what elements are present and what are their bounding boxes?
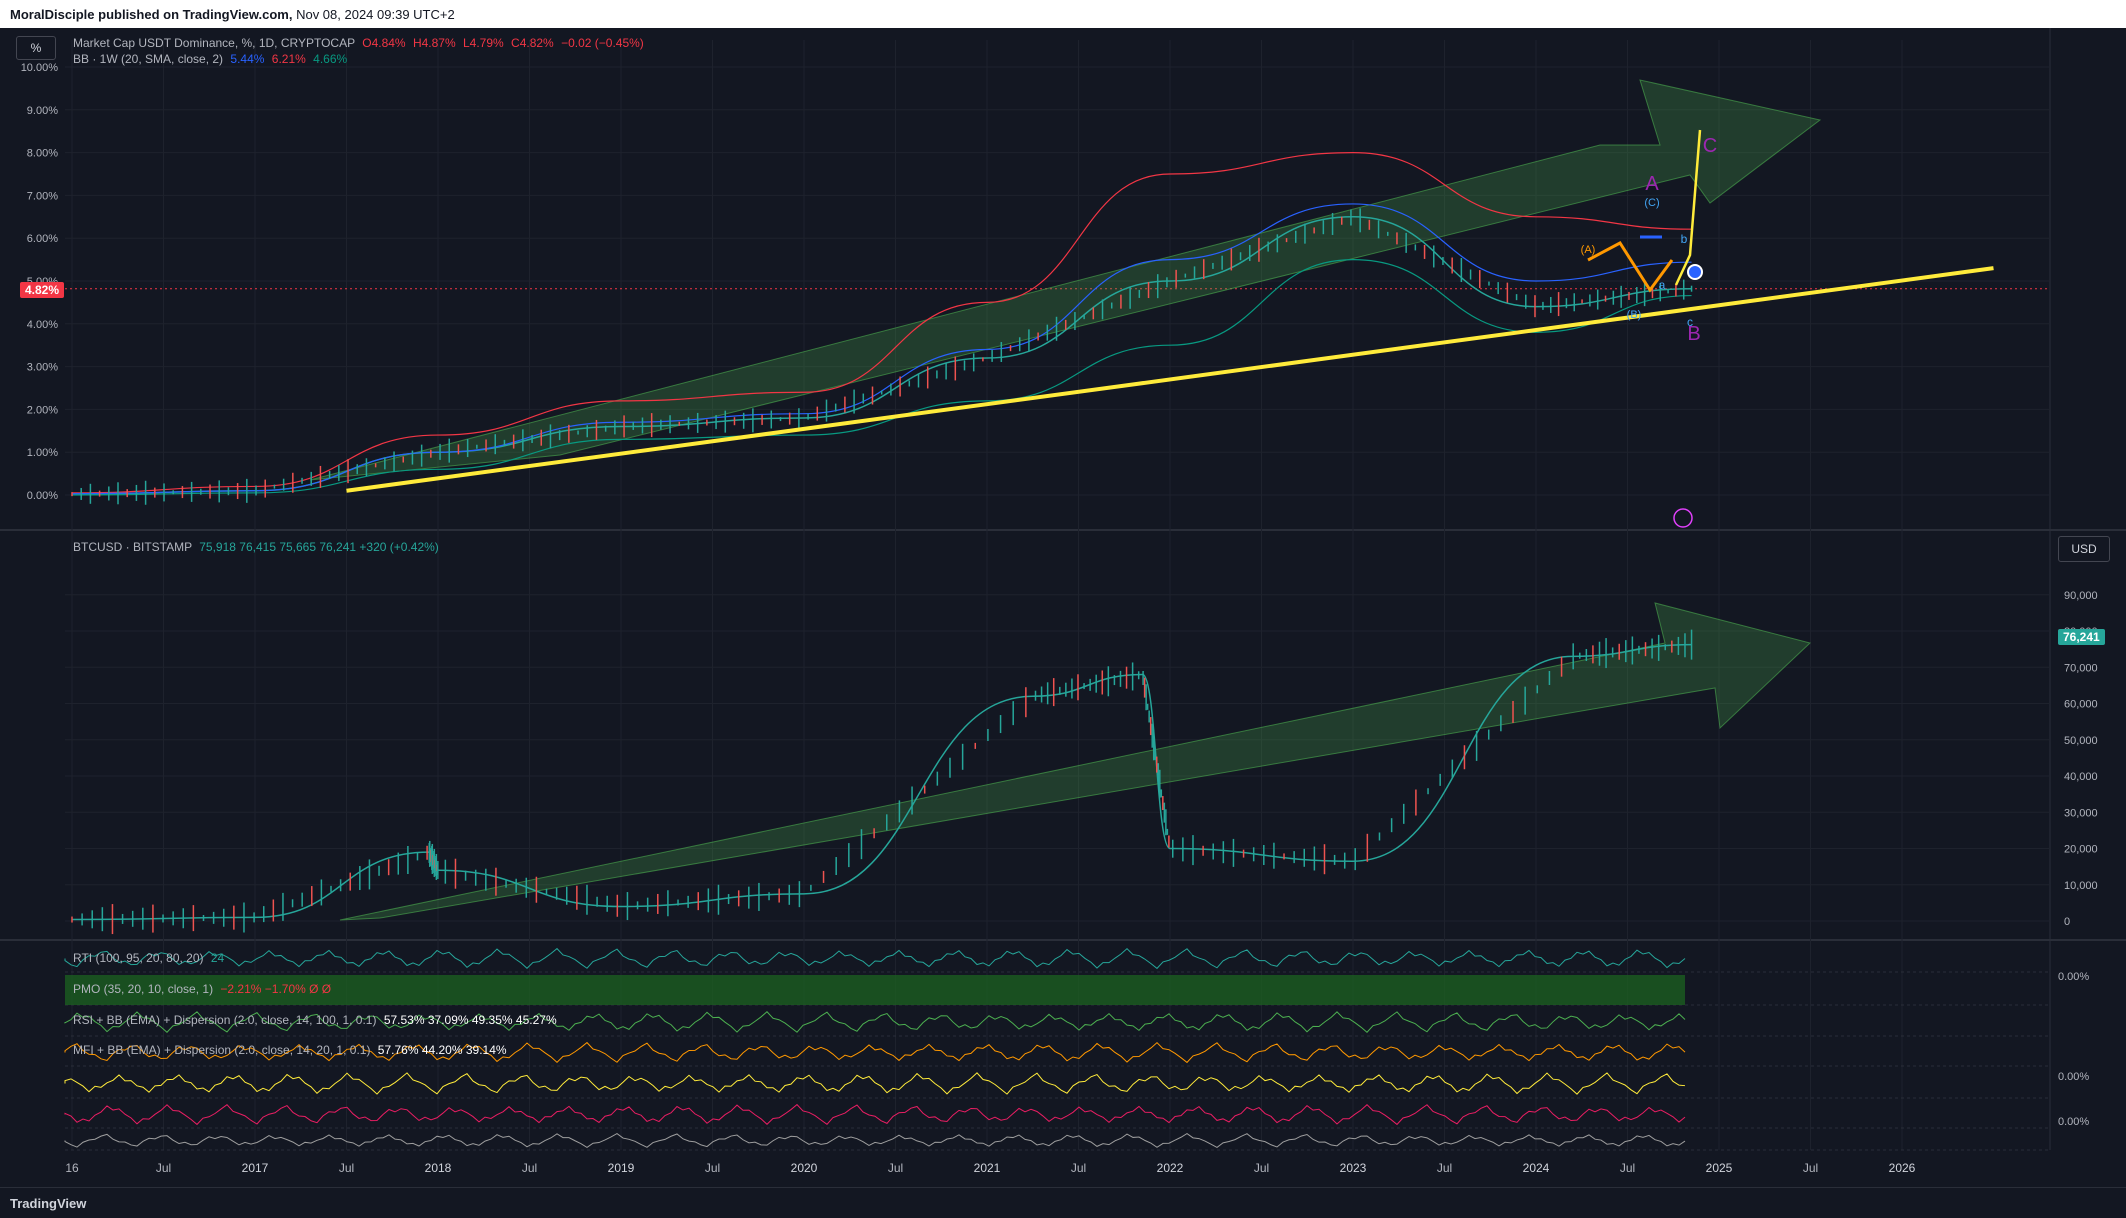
footer-bar: TradingView — [0, 1187, 2126, 1218]
pmo-label: PMO (35, 20, 10, close, 1) — [73, 982, 214, 996]
rti-label: RTI (100, 95, 20, 80, 20) — [73, 951, 204, 965]
y-axis-tick-label: 50,000 — [2064, 735, 2098, 747]
mfi-label: MFI + BB (EMA) + Dispersion (2.0, close,… — [73, 1043, 371, 1057]
y-axis-tick-label: 10,000 — [2064, 880, 2098, 892]
y-axis-tick-label: 40,000 — [2064, 771, 2098, 783]
current-position-marker — [1687, 264, 1703, 280]
percent-scale-button[interactable]: % — [16, 36, 56, 60]
usdt-low: L4.79% — [462, 36, 504, 50]
x-axis-label: Jul — [1071, 1161, 1086, 1175]
pmo-legend: PMO (35, 20, 10, close, 1) −2.21% −1.70%… — [73, 982, 331, 996]
publish-datetime: Nov 08, 2024 09:39 UTC+2 — [296, 7, 455, 22]
tradingview-logo: TradingView — [10, 1196, 87, 1211]
x-axis-label: 2018 — [425, 1161, 452, 1175]
btc-price-tag: 76,241 — [2058, 629, 2105, 645]
wave-label-sub-a: (A) — [1581, 244, 1596, 256]
x-axis-label: Jul — [156, 1161, 171, 1175]
rsi-value: 57.53% 37.09% 49.35% 45.27% — [383, 1013, 557, 1027]
x-axis-label: 2025 — [1706, 1161, 1733, 1175]
publisher-bar: MoralDisciple published on TradingView.c… — [0, 0, 2126, 28]
x-axis-label: 2021 — [974, 1161, 1001, 1175]
mfi-legend: MFI + BB (EMA) + Dispersion (2.0, close,… — [73, 1043, 507, 1057]
rsi-legend: RSI + BB (EMA) + Dispersion (2.0, close,… — [73, 1013, 557, 1027]
y-axis-tick-label: 60,000 — [2064, 699, 2098, 711]
y-axis-tick-label: 90,000 — [2064, 590, 2098, 602]
wave-label-sub-b: (B) — [1627, 309, 1642, 321]
bb-legend: BB · 1W (20, SMA, close, 2) 5.44% 6.21% … — [73, 52, 347, 66]
y-axis-tick-label: 8.00% — [27, 148, 58, 160]
publisher-text: MoralDisciple published on TradingView.c… — [10, 7, 455, 22]
usdt-change: −0.02 (−0.45%) — [561, 36, 644, 50]
y-axis-tick-label: 0 — [2064, 916, 2070, 928]
y-axis-tick-label: 0.00% — [27, 490, 58, 502]
x-axis-label: Jul — [1803, 1161, 1818, 1175]
bb-basis-value: 5.44% — [230, 52, 265, 66]
y-axis-tick-label: 1.00% — [27, 447, 58, 459]
y-axis-tick-label: 70,000 — [2064, 662, 2098, 674]
rsi-label: RSI + BB (EMA) + Dispersion (2.0, close,… — [73, 1013, 377, 1027]
x-axis-label: Jul — [522, 1161, 537, 1175]
x-axis-label: Jul — [705, 1161, 720, 1175]
x-axis-label: Jul — [888, 1161, 903, 1175]
usdt-close: C4.82% — [511, 36, 554, 50]
indicator-axis-label: 0.00% — [2058, 1116, 2089, 1128]
y-axis-tick-label: 6.00% — [27, 233, 58, 245]
x-axis-label: Jul — [339, 1161, 354, 1175]
pmo-value: −2.21% −1.70% Ø Ø — [220, 982, 332, 996]
y-axis-tick-label: 3.00% — [27, 362, 58, 374]
usdt-symbol: Market Cap USDT Dominance, %, 1D, CRYPTO… — [73, 36, 355, 50]
wave-label-a-major: A — [1645, 173, 1659, 195]
wave-label-c-minor: c — [1687, 315, 1693, 329]
y-axis-tick-label: 20,000 — [2064, 844, 2098, 856]
x-axis-label: 2023 — [1340, 1161, 1367, 1175]
x-axis-label: Jul — [1620, 1161, 1635, 1175]
rti-value: 24 — [210, 951, 225, 965]
y-axis-tick-label: 9.00% — [27, 105, 58, 117]
rti-legend: RTI (100, 95, 20, 80, 20) 24 — [73, 951, 224, 965]
x-axis-label: 2019 — [608, 1161, 635, 1175]
y-axis-tick-label: 7.00% — [27, 190, 58, 202]
x-axis-label: 2026 — [1889, 1161, 1916, 1175]
bb-lower-value: 4.66% — [313, 52, 348, 66]
usdt-high: H4.87% — [412, 36, 456, 50]
x-axis-label: 2024 — [1523, 1161, 1550, 1175]
usdt-open: O4.84% — [362, 36, 406, 50]
indicator-axis-label: 0.00% — [2058, 1071, 2089, 1083]
btc-values: 75,918 76,415 75,665 76,241 +320 (+0.42%… — [199, 540, 439, 554]
usdt-legend: Market Cap USDT Dominance, %, 1D, CRYPTO… — [73, 36, 644, 50]
btc-legend: BTCUSD · BITSTAMP 75,918 76,415 75,665 7… — [73, 540, 439, 554]
y-axis-tick-label: 10.00% — [21, 62, 59, 74]
mfi-value: 57.76% 44.20% 39.14% — [377, 1043, 507, 1057]
y-axis-tick-label: 30,000 — [2064, 807, 2098, 819]
wave-label-sub-c: (C) — [1644, 197, 1659, 209]
x-axis-label: Jul — [1437, 1161, 1452, 1175]
y-axis-tick-label: 4.00% — [27, 319, 58, 331]
publisher-name: MoralDisciple published on TradingView.c… — [10, 7, 293, 22]
bb-label: BB · 1W (20, SMA, close, 2) — [73, 52, 224, 66]
y-axis-tick-label: 2.00% — [27, 404, 58, 416]
wave-label-a-minor: a — [1659, 278, 1666, 292]
usdt-price-tag: 4.82% — [20, 282, 65, 298]
x-axis-label: 2020 — [791, 1161, 818, 1175]
x-axis-label: Jul — [1254, 1161, 1269, 1175]
btc-symbol: BTCUSD · BITSTAMP — [73, 540, 192, 554]
wave-label-c-major: C — [1703, 135, 1717, 157]
x-axis-label: 16 — [65, 1161, 79, 1175]
x-axis-label: 2017 — [242, 1161, 269, 1175]
wave-label-b-minor: b — [1681, 232, 1688, 246]
usd-scale-button[interactable]: USD — [2058, 536, 2110, 562]
indicator-axis-label: 0.00% — [2058, 971, 2089, 983]
bb-upper-value: 6.21% — [271, 52, 306, 66]
x-axis-label: 2022 — [1157, 1161, 1184, 1175]
